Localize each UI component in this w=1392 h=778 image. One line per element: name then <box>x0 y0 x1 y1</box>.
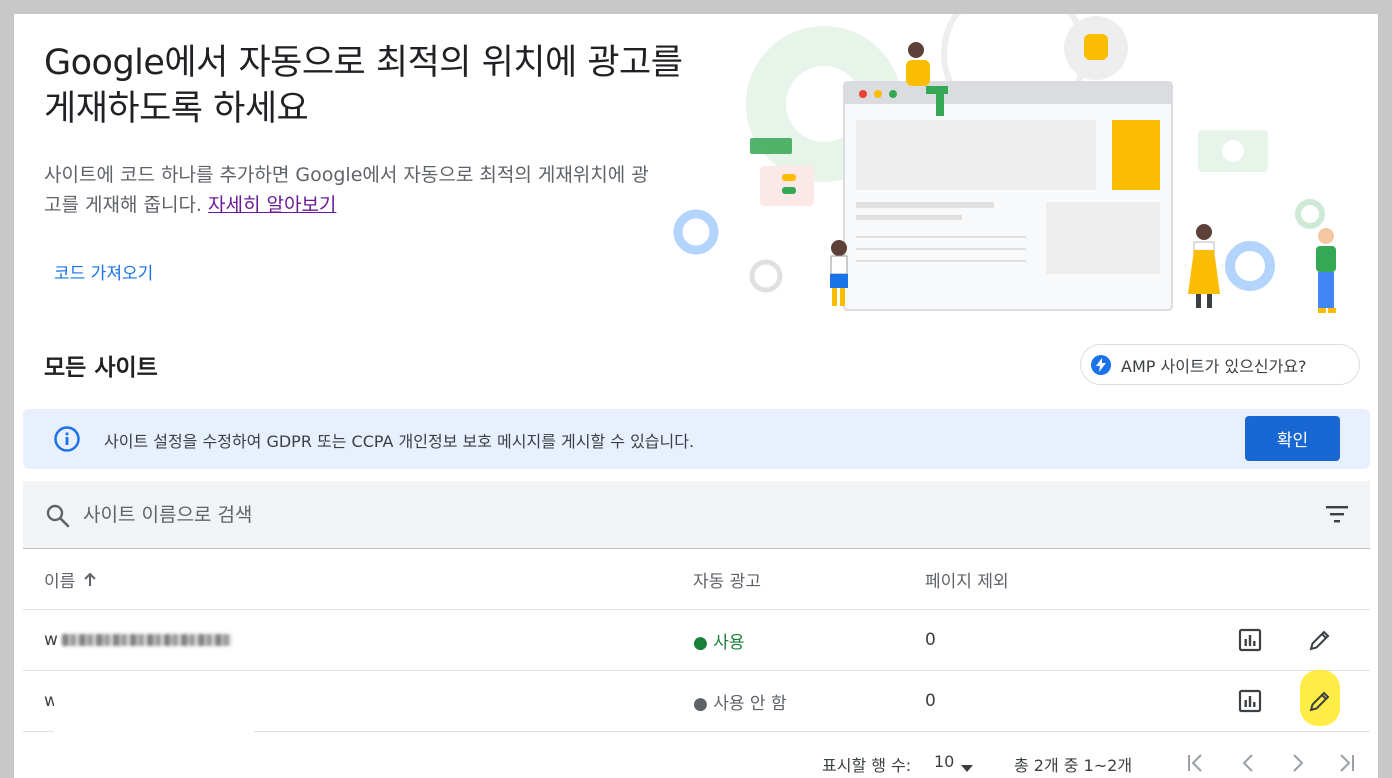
all-sites-title: 모든 사이트 <box>44 355 158 381</box>
info-icon <box>53 425 81 458</box>
rows-per-page-select[interactable]: 10 <box>934 752 954 771</box>
excluded-pages-count: 0 <box>925 691 936 711</box>
site-name-cell[interactable]: w <box>44 610 232 670</box>
browser-window <box>843 81 1173 311</box>
excluded-pages-count: 0 <box>925 630 936 650</box>
learn-more-link[interactable]: 자세히 알아보기 <box>208 194 336 216</box>
dropdown-arrow-icon[interactable] <box>961 758 973 777</box>
site-name-prefix: w <box>44 630 58 650</box>
column-header-name[interactable]: 이름 <box>44 549 97 609</box>
hero-description-text: 사이트에 코드 하나를 추가하면 Google에서 자동으로 최적의 게재위치에… <box>44 164 649 216</box>
report-chart-icon[interactable] <box>1236 610 1264 670</box>
privacy-info-banner: 사이트 설정을 수정하여 GDPR 또는 CCPA 개인정보 보호 메시지를 게… <box>23 409 1370 469</box>
site-search-input[interactable] <box>83 499 983 531</box>
redacted-site-url <box>61 634 232 646</box>
first-page-icon[interactable] <box>1186 752 1206 778</box>
get-code-button[interactable]: 코드 가져오기 <box>54 259 153 284</box>
search-icon <box>45 503 71 534</box>
report-chart-icon[interactable] <box>1236 671 1264 731</box>
sort-arrow-up-icon <box>83 571 97 587</box>
confirm-button[interactable]: 확인 <box>1245 416 1340 461</box>
person-apron-figure <box>1188 224 1220 308</box>
lightning-bolt-icon <box>1091 354 1111 375</box>
column-header-auto-ads[interactable]: 자동 광고 <box>693 549 761 609</box>
ad-slot-block <box>1112 120 1160 190</box>
table-header-row: 이름 자동 광고 페이지 제외 <box>23 549 1370 610</box>
column-name-label: 이름 <box>44 571 76 592</box>
table-row[interactable]: w ● 사용 0 <box>23 610 1370 671</box>
amp-button-label: AMP 사이트가 있으신가요? <box>1121 356 1307 376</box>
person-right-figure <box>1316 228 1336 313</box>
column-header-excluded-pages[interactable]: 페이지 제외 <box>925 549 1009 609</box>
banner-message: 사이트 설정을 수정하여 GDPR 또는 CCPA 개인정보 보호 메시지를 게… <box>104 432 695 451</box>
site-search-bar <box>23 481 1370 549</box>
last-page-icon[interactable] <box>1336 752 1356 778</box>
filter-icon[interactable] <box>1324 503 1350 530</box>
table-pagination: 표시할 행 수: 10 총 2개 중 1~2개 <box>14 752 1378 778</box>
gear-blue-right-icon <box>1225 241 1275 291</box>
page-range-text: 총 2개 중 1~2개 <box>1014 756 1133 775</box>
next-page-icon[interactable] <box>1288 752 1308 778</box>
auto-ads-status: ● 사용 안 함 <box>693 693 787 714</box>
hero-illustration <box>673 14 1336 313</box>
rows-per-page-label: 표시할 행 수: <box>822 756 912 775</box>
hero-description: 사이트에 코드 하나를 추가하면 Google에서 자동으로 최적의 게재위치에… <box>44 160 664 220</box>
auto-ads-panel: Google에서 자동으로 최적의 위치에 광고를 게재하도록 하세요 사이트에… <box>14 14 1378 778</box>
edit-pencil-icon[interactable] <box>1306 610 1334 670</box>
gear-blue-left-icon <box>673 209 719 255</box>
coins-icon <box>1084 34 1108 60</box>
hero-title: Google에서 자동으로 최적의 위치에 광고를 게재하도록 하세요 <box>44 43 683 129</box>
previous-page-icon[interactable] <box>1238 752 1258 778</box>
amp-sites-button[interactable]: AMP 사이트가 있으신가요? <box>1080 344 1360 385</box>
auto-ads-status: ● 사용 <box>693 632 745 653</box>
